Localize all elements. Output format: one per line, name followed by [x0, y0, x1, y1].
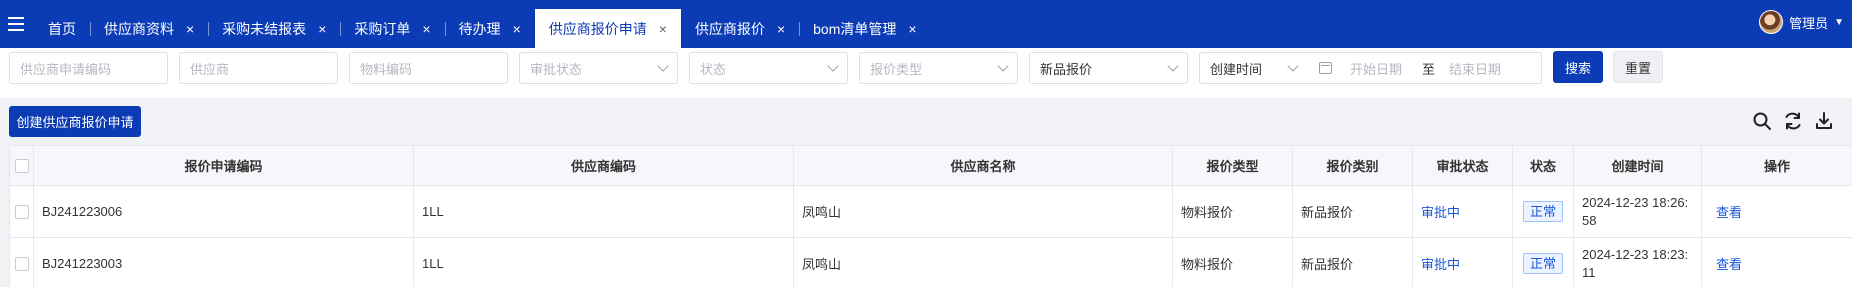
- cell-created-at: 2024-12-23 18:26:58: [1573, 185, 1702, 238]
- placeholder: 审批状态: [530, 61, 583, 77]
- col-header-quote-type: 报价类型: [1172, 145, 1293, 186]
- cell-supplier-name: 凤鸣山: [793, 237, 1173, 287]
- date-range-picker[interactable]: 开始日期 至 结束日期: [1307, 52, 1542, 84]
- close-icon[interactable]: ×: [422, 22, 430, 36]
- refresh-icon[interactable]: [1783, 111, 1803, 131]
- quote-category-select[interactable]: 新品报价: [1029, 52, 1188, 84]
- tab-label: 供应商报价: [694, 20, 765, 37]
- selected-value: 新品报价: [1040, 61, 1093, 77]
- status-badge: 正常: [1522, 201, 1563, 222]
- chevron-down-icon: ▼: [1834, 16, 1844, 28]
- close-icon[interactable]: ×: [777, 22, 785, 36]
- view-link[interactable]: 查看: [1716, 205, 1742, 220]
- top-nav-bar: 首页 供应商资料 × 采购未结报表 × 采购订单 × 待办理 × 供应商报价申请…: [0, 0, 1852, 48]
- col-header-status: 状态: [1512, 145, 1574, 186]
- cell-code: BJ241223006: [33, 185, 414, 238]
- tab-label: 待办理: [458, 20, 501, 37]
- tab-supplier-quote-apply[interactable]: 供应商报价申请 ×: [534, 9, 681, 48]
- chevron-down-icon: [657, 60, 669, 72]
- create-supplier-quote-apply-button[interactable]: 创建供应商报价申请: [9, 106, 141, 137]
- chevron-down-icon: [997, 60, 1009, 72]
- table-header-row: 报价申请编码 供应商编码 供应商名称 报价类型 报价类别 审批状态 状态 创建时…: [9, 145, 1852, 186]
- placeholder: 物料编码: [360, 61, 413, 77]
- placeholder: 状态: [700, 61, 727, 77]
- cell-supplier-code: 1LL: [413, 237, 794, 287]
- cell-created-at: 2024-12-23 18:23:11: [1573, 237, 1702, 287]
- date-separator: 至: [1422, 61, 1436, 77]
- col-header-supplier-name: 供应商名称: [793, 145, 1173, 186]
- search-icon[interactable]: [1752, 111, 1772, 131]
- col-header-actions: 操作: [1701, 145, 1852, 186]
- view-link[interactable]: 查看: [1716, 257, 1742, 272]
- supplier-input[interactable]: 供应商: [179, 52, 338, 84]
- tab-home[interactable]: 首页: [34, 9, 90, 48]
- tab-purchase-order[interactable]: 采购订单 ×: [340, 9, 444, 48]
- cell-quote-category: 新品报价: [1292, 185, 1413, 238]
- menu-toggle-icon[interactable]: [6, 14, 26, 34]
- filter-bar: 供应商申请编码 供应商 物料编码 审批状态 状态 报价类型 新品报价 创建时间 …: [0, 48, 1852, 98]
- chevron-down-icon: [1167, 60, 1179, 72]
- user-name: 管理员: [1789, 15, 1829, 31]
- close-icon[interactable]: ×: [186, 22, 194, 36]
- tab-label: 首页: [48, 20, 76, 37]
- tab-label: 采购订单: [354, 20, 411, 37]
- selected-value: 创建时间: [1210, 61, 1263, 77]
- apply-code-input[interactable]: 供应商申请编码: [9, 52, 168, 84]
- tab-purchase-open-report[interactable]: 采购未结报表 ×: [208, 9, 340, 48]
- tab-supplier-info[interactable]: 供应商资料 ×: [90, 9, 208, 48]
- material-code-input[interactable]: 物料编码: [349, 52, 508, 84]
- tab-label: 供应商报价申请: [548, 20, 647, 37]
- quote-apply-table: 报价申请编码 供应商编码 供应商名称 报价类型 报价类别 审批状态 状态 创建时…: [9, 145, 1852, 287]
- placeholder: 供应商: [190, 61, 230, 77]
- date-field-select[interactable]: 创建时间: [1199, 52, 1308, 84]
- quote-type-select[interactable]: 报价类型: [859, 52, 1018, 84]
- col-header-supplier-code: 供应商编码: [413, 145, 794, 186]
- tab-bar: 首页 供应商资料 × 采购未结报表 × 采购订单 × 待办理 × 供应商报价申请…: [34, 9, 931, 48]
- avatar: [1759, 10, 1784, 34]
- tab-label: 供应商资料: [104, 20, 174, 37]
- search-button[interactable]: 搜索: [1553, 51, 1603, 83]
- close-icon[interactable]: ×: [513, 22, 521, 36]
- date-start-input[interactable]: 开始日期: [1350, 59, 1402, 78]
- col-header-approval-status: 审批状态: [1412, 145, 1513, 186]
- approval-status-link[interactable]: 审批中: [1421, 257, 1460, 272]
- chevron-down-icon: [827, 60, 839, 72]
- tab-supplier-quote[interactable]: 供应商报价 ×: [681, 9, 799, 48]
- cell-quote-category: 新品报价: [1292, 237, 1413, 287]
- cell-supplier-name: 凤鸣山: [793, 185, 1173, 238]
- table-row: BJ241223003 1LL 凤鸣山 物料报价 新品报价 审批中 正常 202…: [9, 237, 1852, 287]
- chevron-down-icon: [1287, 60, 1299, 72]
- date-end-input[interactable]: 结束日期: [1449, 59, 1501, 78]
- tab-label: 采购未结报表: [222, 20, 307, 37]
- close-icon[interactable]: ×: [659, 22, 667, 36]
- tab-todo[interactable]: 待办理 ×: [444, 9, 535, 48]
- approval-status-link[interactable]: 审批中: [1421, 205, 1460, 220]
- col-header-code: 报价申请编码: [33, 145, 414, 186]
- cell-supplier-code: 1LL: [413, 185, 794, 238]
- cell-quote-type: 物料报价: [1172, 237, 1293, 287]
- status-badge: 正常: [1522, 253, 1563, 274]
- select-all-checkbox[interactable]: [14, 159, 29, 174]
- close-icon[interactable]: ×: [908, 22, 916, 36]
- approval-status-select[interactable]: 审批状态: [519, 52, 678, 84]
- user-menu[interactable]: 管理员 ▼: [1759, 9, 1844, 35]
- cell-code: BJ241223003: [33, 237, 414, 287]
- placeholder: 报价类型: [870, 61, 923, 77]
- status-select[interactable]: 状态: [689, 52, 848, 84]
- close-icon[interactable]: ×: [318, 22, 326, 36]
- placeholder: 供应商申请编码: [20, 61, 112, 77]
- reset-button[interactable]: 重置: [1613, 51, 1663, 83]
- col-header-created-at: 创建时间: [1573, 145, 1702, 186]
- download-icon[interactable]: [1814, 111, 1834, 131]
- table-row: BJ241223006 1LL 凤鸣山 物料报价 新品报价 审批中 正常 202…: [9, 185, 1852, 238]
- row-checkbox[interactable]: [14, 205, 29, 220]
- row-checkbox[interactable]: [14, 257, 29, 272]
- col-header-quote-category: 报价类别: [1292, 145, 1413, 186]
- tab-label: bom清单管理: [813, 20, 897, 37]
- cell-quote-type: 物料报价: [1172, 185, 1293, 238]
- calendar-icon: [1319, 62, 1332, 74]
- tab-bom-list[interactable]: bom清单管理 ×: [799, 9, 930, 48]
